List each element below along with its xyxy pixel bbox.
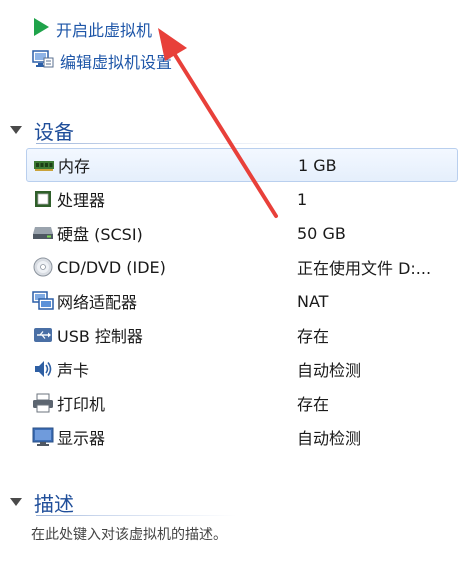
device-value: 自动检测 xyxy=(297,429,362,448)
usb-icon xyxy=(32,324,54,346)
devices-section-title: 设备 xyxy=(34,119,74,144)
vm-summary-panel: 开启此虚拟机 编辑虚拟机设置 设备 内存 1 GB 处理器 1 硬盘 (SCSI… xyxy=(0,0,468,574)
device-name: 内存 xyxy=(58,157,91,176)
device-row-processor[interactable]: 处理器 1 xyxy=(26,182,458,216)
device-row-cd-dvd[interactable]: CD/DVD (IDE) 正在使用文件 D:... xyxy=(26,250,458,284)
description-input[interactable]: 在此处键入对该虚拟机的描述。 xyxy=(31,524,227,544)
device-row-usb-controller[interactable]: USB 控制器 存在 xyxy=(26,318,458,352)
processor-icon xyxy=(32,188,54,210)
device-name: CD/DVD (IDE) xyxy=(57,257,166,277)
display-icon xyxy=(32,426,54,448)
cd-dvd-icon xyxy=(32,256,54,278)
description-section-title: 描述 xyxy=(34,491,74,516)
device-name: 网络适配器 xyxy=(57,293,138,312)
device-value: 50 GB xyxy=(297,223,346,243)
device-value: 1 xyxy=(297,189,308,209)
device-value: 正在使用文件 D:... xyxy=(297,259,432,278)
description-section-header[interactable]: 描述 xyxy=(8,488,236,516)
section-divider xyxy=(36,515,236,516)
edit-vm-settings-action[interactable]: 编辑虚拟机设置 xyxy=(32,48,172,74)
vm-settings-icon xyxy=(32,49,54,73)
collapse-triangle-icon[interactable] xyxy=(10,126,22,134)
device-name: 显示器 xyxy=(57,429,106,448)
devices-section-header[interactable]: 设备 xyxy=(8,116,316,144)
device-row-network-adapter[interactable]: 网络适配器 NAT xyxy=(26,284,458,318)
device-name: 打印机 xyxy=(57,395,106,414)
device-row-memory[interactable]: 内存 1 GB xyxy=(26,148,458,182)
device-value: 存在 xyxy=(297,395,330,414)
start-vm-label[interactable]: 开启此虚拟机 xyxy=(56,17,152,41)
device-value: 自动检测 xyxy=(297,361,362,380)
section-divider xyxy=(36,143,316,144)
device-row-hard-disk[interactable]: 硬盘 (SCSI) 50 GB xyxy=(26,216,458,250)
memory-icon xyxy=(33,154,55,176)
sound-card-icon xyxy=(32,358,54,380)
device-value: 1 GB xyxy=(298,155,337,175)
edit-vm-settings-label[interactable]: 编辑虚拟机设置 xyxy=(60,49,172,73)
printer-icon xyxy=(32,392,54,414)
device-row-printer[interactable]: 打印机 存在 xyxy=(26,386,458,420)
start-vm-action[interactable]: 开启此虚拟机 xyxy=(32,16,152,42)
device-row-display[interactable]: 显示器 自动检测 xyxy=(26,420,458,454)
network-adapter-icon xyxy=(32,290,54,312)
device-value: NAT xyxy=(297,291,329,311)
device-value: 存在 xyxy=(297,327,330,346)
play-icon xyxy=(32,17,50,41)
device-name: 处理器 xyxy=(57,191,106,210)
device-name: 声卡 xyxy=(57,361,90,380)
device-name: 硬盘 (SCSI) xyxy=(57,225,143,244)
device-list: 内存 1 GB 处理器 1 硬盘 (SCSI) 50 GB CD/DVD (ID… xyxy=(26,148,458,454)
device-row-sound-card[interactable]: 声卡 自动检测 xyxy=(26,352,458,386)
hard-disk-icon xyxy=(32,222,54,244)
device-name: USB 控制器 xyxy=(57,327,143,346)
collapse-triangle-icon[interactable] xyxy=(10,498,22,506)
